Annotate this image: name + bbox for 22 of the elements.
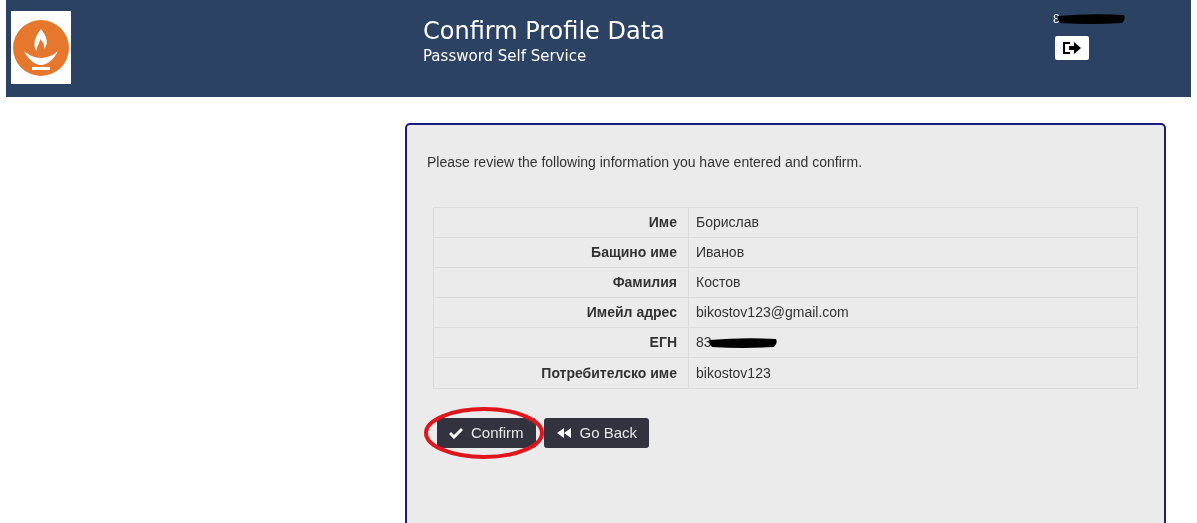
field-label: ЕГН (649, 333, 677, 352)
field-value: Борислав (696, 213, 759, 232)
rewind-icon (555, 427, 572, 439)
field-value: bikostov123 (696, 363, 771, 383)
confirm-button[interactable]: Confirm (437, 418, 536, 448)
sign-out-icon (1062, 40, 1082, 56)
field-value: Иванов (696, 243, 745, 262)
field-value: Костов (696, 273, 741, 292)
field-label: Имейл адрес (586, 303, 677, 322)
page-title: Confirm Profile Data (423, 16, 665, 46)
field-label: Име (648, 213, 677, 232)
field-value: bikostov123@gmail.com (696, 303, 849, 322)
field-label: Фамилия (612, 273, 677, 292)
back-button[interactable]: Go Back (543, 418, 650, 448)
page-subtitle: Password Self Service (423, 46, 588, 66)
checkmark-icon (449, 427, 463, 439)
field-value: 83 (696, 333, 712, 352)
logout-button[interactable] (1055, 36, 1089, 60)
field-label: Бащино име (591, 243, 677, 262)
instruction-text: Please review the following information you have entered and confirm. (427, 153, 864, 172)
field-label: Потребителско име (541, 363, 677, 383)
redaction-mark (1055, 13, 1126, 25)
